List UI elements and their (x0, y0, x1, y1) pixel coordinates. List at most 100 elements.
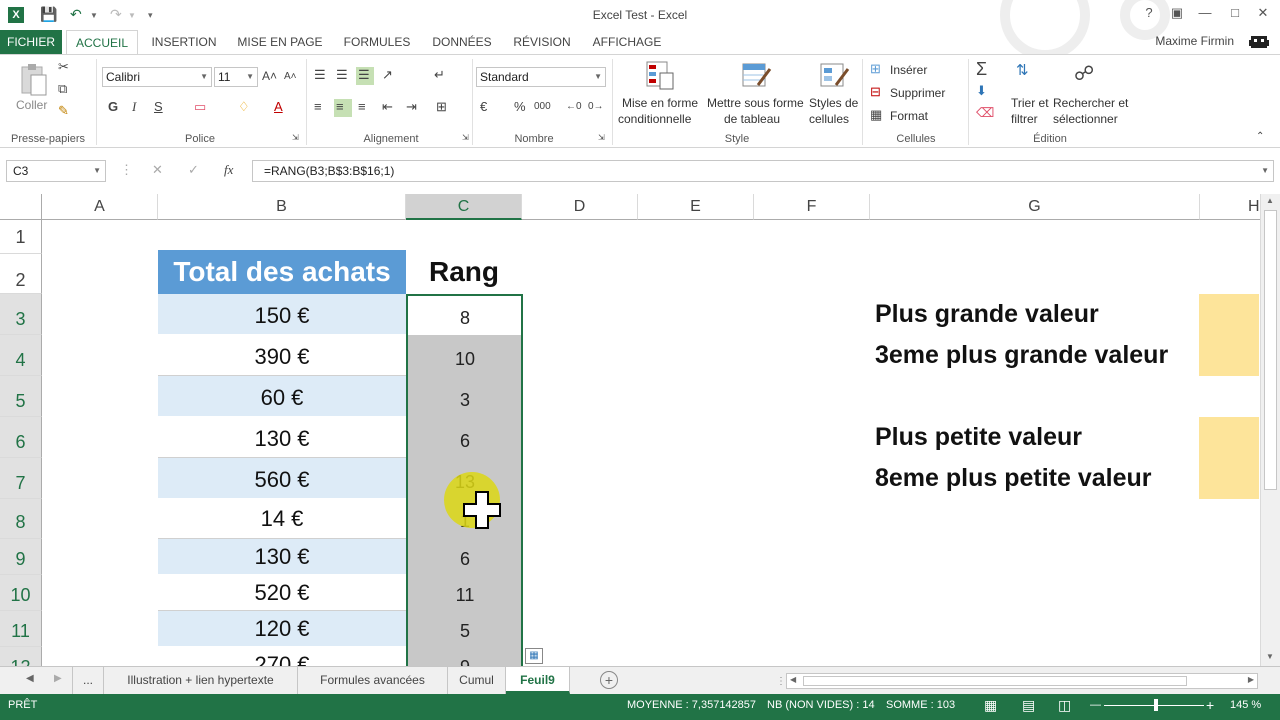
increase-decimal-icon[interactable]: ←0 (566, 101, 582, 112)
sort-filter-icon[interactable]: ⇅ (1016, 61, 1029, 79)
tab-affichage[interactable]: AFFICHAGE (586, 30, 668, 54)
bold-button[interactable]: G (108, 99, 118, 114)
cond-format-label1[interactable]: Mise en forme (622, 95, 698, 111)
cond-format-label2[interactable]: conditionnelle (618, 111, 691, 127)
page-layout-icon[interactable]: ▤ (1022, 694, 1035, 716)
result-cells-max[interactable] (1199, 294, 1259, 376)
minimize-icon[interactable]: — (1194, 5, 1216, 25)
rank-cell[interactable]: 13 (408, 458, 522, 499)
enter-icon[interactable]: ✓ (188, 162, 199, 178)
customize-quick-access-icon[interactable]: ▾ (148, 10, 153, 21)
clear-icon[interactable]: ⌫ (976, 105, 994, 121)
spreadsheet-grid[interactable]: A B C D E F G H 1 2 3 4 5 6 7 8 9 10 11 … (0, 194, 1260, 666)
prev-sheet-icon[interactable]: ◀ (26, 673, 34, 684)
find-label1[interactable]: Rechercher et (1053, 95, 1128, 111)
cut-icon[interactable]: ✂ (58, 59, 69, 75)
result-cells-min[interactable] (1199, 417, 1259, 499)
insert-function-icon[interactable]: fx (224, 162, 233, 178)
zoom-level[interactable]: 145 % (1230, 694, 1261, 716)
ribbon-display-options-icon[interactable]: ▣ (1166, 5, 1188, 25)
scroll-left-icon[interactable]: ◀ (790, 675, 796, 684)
column-header-g[interactable]: G (870, 194, 1200, 220)
font-color-icon[interactable]: A (274, 99, 283, 114)
align-right-icon[interactable]: ≡ (358, 99, 366, 114)
label-8eme-plus-petite-valeur[interactable]: 8eme plus petite valeur (875, 464, 1152, 493)
amount-cell[interactable]: 130 € (158, 417, 406, 458)
dialog-launcher-icon[interactable]: ⇲ (292, 133, 299, 142)
close-icon[interactable]: ✕ (1252, 5, 1274, 25)
quick-analysis-icon[interactable]: ▦ (525, 648, 543, 664)
cell-styles-label2[interactable]: cellules (809, 111, 849, 127)
tab-fichier[interactable]: FICHIER (0, 30, 62, 54)
align-bottom-icon[interactable]: ☰ (358, 67, 370, 83)
label-plus-grande-valeur[interactable]: Plus grande valeur (875, 300, 1099, 329)
row-header[interactable]: 2 (0, 254, 42, 294)
rank-cell[interactable]: 6 (408, 539, 522, 575)
wrap-text-icon[interactable]: ↵ (434, 67, 445, 83)
row-header[interactable]: 3 (0, 294, 42, 335)
amount-cell[interactable]: 390 € (158, 335, 406, 376)
font-size-select[interactable]: 11 ▼ (214, 67, 258, 87)
decrease-indent-icon[interactable]: ⇤ (382, 99, 393, 115)
amount-cell[interactable]: 270 € (158, 647, 406, 666)
zoom-in-icon[interactable]: + (1206, 694, 1214, 716)
insert-button[interactable]: Insérer (890, 62, 927, 78)
avatar[interactable] (1248, 32, 1270, 52)
rank-cell[interactable]: 1 (408, 499, 522, 539)
sort-label2[interactable]: filtrer (1011, 111, 1038, 127)
format-cells-icon[interactable]: ▦ (870, 107, 882, 123)
tab-revision[interactable]: RÉVISION (508, 30, 576, 54)
redo-icon[interactable]: ↷ (110, 6, 122, 23)
align-center-icon[interactable]: ≡ (336, 99, 344, 114)
row-header[interactable]: 6 (0, 417, 42, 458)
rank-cell[interactable]: 6 (408, 417, 522, 458)
header-rang[interactable]: Rang (406, 250, 522, 294)
sheet-tab-more[interactable]: ... (72, 667, 104, 694)
select-all-corner[interactable] (0, 194, 42, 220)
vertical-scrollbar[interactable]: ▲ ▼ (1260, 194, 1280, 666)
help-icon[interactable]: ? (1138, 5, 1160, 25)
page-break-icon[interactable]: ◫ (1058, 694, 1071, 716)
underline-button[interactable]: S (154, 99, 163, 114)
row-header[interactable]: 1 (0, 220, 42, 254)
amount-cell[interactable]: 120 € (158, 611, 406, 647)
amount-cell[interactable]: 130 € (158, 539, 406, 575)
label-3eme-plus-grande-valeur[interactable]: 3eme plus grande valeur (875, 341, 1168, 370)
undo-dropdown-icon[interactable]: ▼ (90, 11, 98, 20)
dialog-launcher-icon[interactable]: ⇲ (598, 133, 605, 142)
scroll-down-icon[interactable]: ▼ (1266, 652, 1274, 661)
amount-cell[interactable]: 60 € (158, 376, 406, 417)
insert-cells-icon[interactable]: ⊞ (870, 61, 881, 77)
rank-cell[interactable]: 3 (408, 376, 522, 417)
sheet-tab-feuil9[interactable]: Feuil9 (506, 667, 570, 694)
binoculars-icon[interactable]: ☍ (1074, 61, 1094, 86)
rank-cell[interactable]: 9 (408, 647, 522, 666)
grow-font-icon[interactable]: A˄ (262, 69, 277, 83)
tab-split-icon[interactable]: ⋮ (776, 676, 786, 687)
row-header[interactable]: 12 (0, 647, 42, 666)
row-header[interactable]: 5 (0, 376, 42, 417)
format-button[interactable]: Format (890, 108, 928, 124)
tab-insertion[interactable]: INSERTION (146, 30, 222, 54)
format-table-label1[interactable]: Mettre sous forme (707, 95, 804, 111)
row-header[interactable]: 7 (0, 458, 42, 499)
collapse-ribbon-icon[interactable]: ⌃ (1256, 131, 1264, 142)
formula-input[interactable]: =RANG(B3;B$3:B$16;1) ▼ (252, 160, 1274, 182)
cell-styles-label1[interactable]: Styles de (809, 95, 858, 111)
paste-button[interactable]: Coller (16, 97, 47, 113)
label-plus-petite-valeur[interactable]: Plus petite valeur (875, 423, 1082, 452)
format-table-label2[interactable]: de tableau (724, 111, 780, 127)
tab-mise-en-page[interactable]: MISE EN PAGE (232, 30, 328, 54)
percent-button[interactable]: % (514, 99, 526, 114)
add-sheet-icon[interactable]: + (600, 671, 618, 689)
scroll-thumb[interactable] (1264, 210, 1277, 490)
tab-accueil[interactable]: ACCUEIL (66, 30, 138, 54)
zoom-out-icon[interactable]: — (1090, 694, 1101, 716)
column-header-b[interactable]: B (158, 194, 406, 220)
align-left-icon[interactable]: ≡ (314, 99, 322, 114)
column-header-a[interactable]: A (42, 194, 158, 220)
header-total-achats[interactable]: Total des achats (158, 250, 406, 294)
row-header[interactable]: 11 (0, 611, 42, 647)
sheet-tab-formules-avancees[interactable]: Formules avancées (298, 667, 448, 694)
amount-cell[interactable]: 14 € (158, 499, 406, 539)
